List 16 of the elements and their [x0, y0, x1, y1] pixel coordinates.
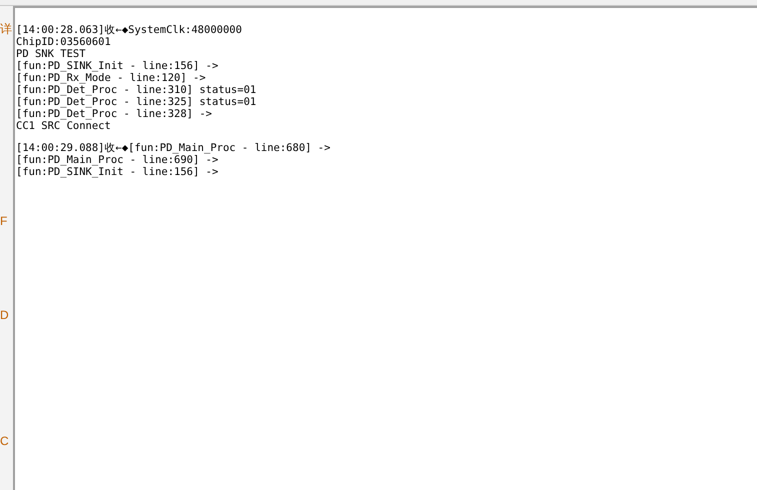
log-line: [fun:PD_Det_Proc - line:310] status=01 [16, 84, 258, 96]
log-line: [fun:PD_SINK_Init - line:156] -> [16, 166, 220, 178]
panel-label: D [0, 308, 10, 322]
log-line: [14:00:29.088]收←◆[fun:PD_Main_Proc - line:680] -> [16, 142, 332, 154]
log-line: PD SNK TEST [16, 48, 87, 60]
panel-label: 详 [0, 22, 13, 36]
log-line: [fun:PD_Det_Proc - line:328] -> [16, 108, 213, 120]
log-line: [fun:PD_SINK_Init - line:156] -> [16, 60, 220, 72]
log-line: CC1 SRC Connect [16, 120, 112, 132]
log-line: [fun:PD_Rx_Mode - line:120] -> [16, 72, 207, 84]
log-line: [fun:PD_Det_Proc - line:325] status=01 [16, 96, 258, 108]
panel-label: F [0, 214, 8, 228]
panel-label: C [0, 434, 10, 448]
log-line: [fun:PD_Main_Proc - line:690] -> [16, 154, 220, 166]
log-line: ChipID:03560601 [16, 36, 112, 48]
log-line: [14:00:28.063]收←◆SystemClk:48000000 [16, 24, 243, 36]
